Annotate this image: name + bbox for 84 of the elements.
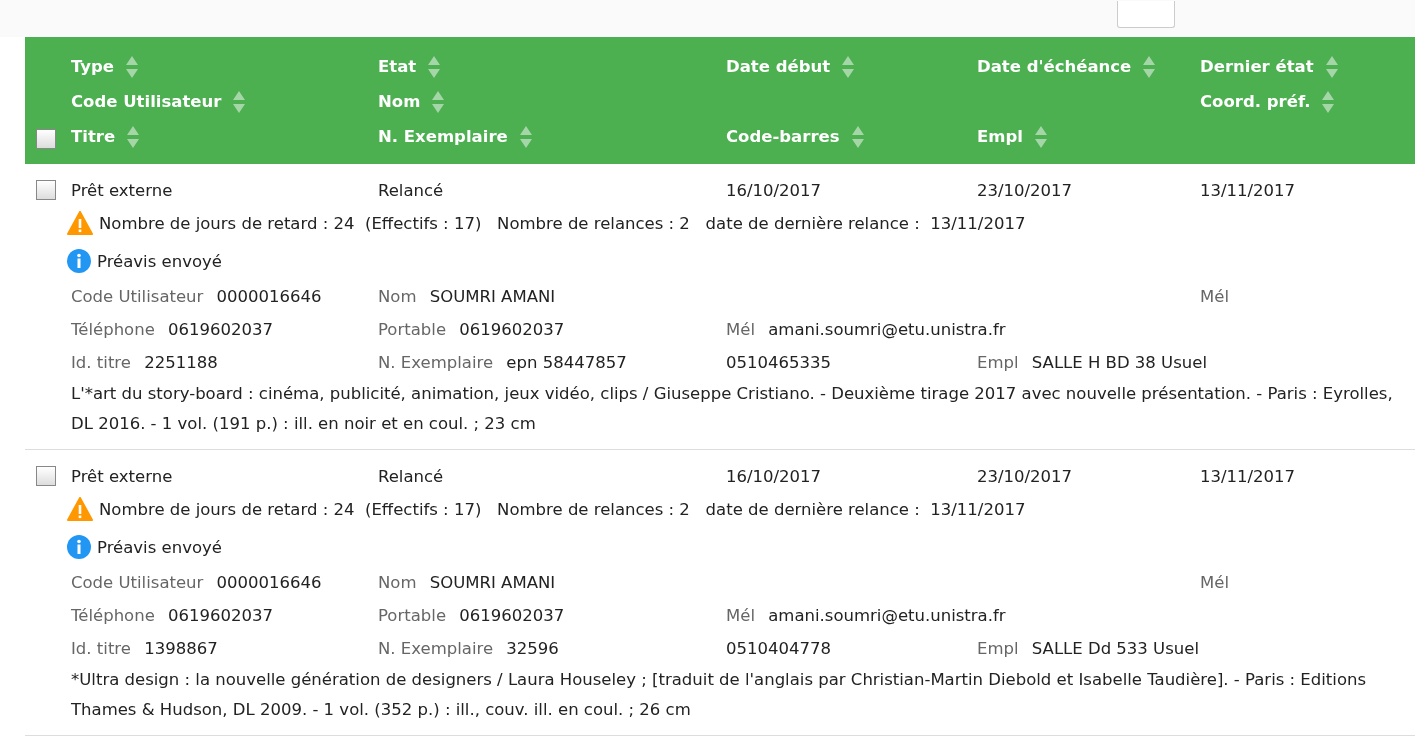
sort-icon[interactable] bbox=[519, 125, 532, 148]
field-label: Id. titre bbox=[71, 639, 131, 658]
field-value: 2251188 bbox=[144, 353, 218, 372]
table-cell: 13/11/2017 bbox=[1200, 466, 1296, 486]
sort-icon[interactable] bbox=[1143, 55, 1156, 78]
column-header[interactable]: Code Utilisateur bbox=[71, 92, 222, 111]
warning-message: Nombre de jours de retard : 24 (Effectifs : 17) Nombre de relances : 2 date de dernière relance : 13/11/2017 bbox=[99, 499, 1026, 519]
field-label: Téléphone bbox=[71, 320, 155, 339]
field-label: Mél bbox=[1200, 573, 1229, 592]
field-value: epn 58447857 bbox=[506, 353, 627, 372]
field-value: SALLE H BD 38 Usuel bbox=[1031, 353, 1207, 372]
column-header[interactable]: Nom bbox=[378, 92, 421, 111]
field-label: Id. titre bbox=[71, 353, 131, 372]
info-message: Préavis envoyé bbox=[97, 251, 222, 271]
table-cell: Prêt externe bbox=[71, 466, 173, 486]
field-label: Mél bbox=[726, 320, 755, 339]
field-value: 0000016646 bbox=[216, 573, 322, 592]
field-value: SALLE Dd 533 Usuel bbox=[1031, 639, 1199, 658]
column-header[interactable]: Type bbox=[71, 57, 115, 76]
sort-icon[interactable] bbox=[851, 125, 864, 148]
info-icon bbox=[67, 535, 91, 559]
warning-message: Nombre de jours de retard : 24 (Effectifs : 17) Nombre de relances : 2 date de dernière relance : 13/11/2017 bbox=[99, 213, 1026, 233]
sort-icon[interactable] bbox=[428, 55, 441, 78]
field-value: 1398867 bbox=[144, 639, 218, 658]
field-value: 32596 bbox=[506, 639, 559, 658]
field-label: Code Utilisateur bbox=[71, 287, 204, 306]
column-header[interactable]: Empl bbox=[977, 127, 1023, 146]
field-label: N. Exemplaire bbox=[378, 639, 494, 658]
field-value: 0619602037 bbox=[168, 320, 274, 339]
field-value: SOUMRI AMANI bbox=[429, 287, 556, 306]
warning-icon bbox=[67, 497, 93, 521]
field-value: SOUMRI AMANI bbox=[429, 573, 556, 592]
field-label: Empl bbox=[977, 639, 1019, 658]
field-value: 0510404778 bbox=[726, 639, 831, 658]
field-label: Mél bbox=[1200, 287, 1229, 306]
field-value: 0619602037 bbox=[459, 606, 565, 625]
field-label: Téléphone bbox=[71, 606, 155, 625]
sort-icon[interactable] bbox=[1325, 55, 1338, 78]
field-value: amani.soumri@etu.unistra.fr bbox=[768, 606, 1006, 625]
table-cell: 23/10/2017 bbox=[977, 180, 1073, 200]
title-description: *Ultra design : la nouvelle génération de designers / Laura Houseley ; [traduit de l'anglais par Christian-Martin Diebold et Isabelle Taudière]. - Paris : Editions Thames & Hudson, DL 2009. - 1 vol. (352 p.) : ill., couv. ill. en coul. ; 26 cm bbox=[71, 670, 1367, 719]
sort-icon[interactable] bbox=[432, 90, 445, 113]
field-label: Portable bbox=[378, 320, 447, 339]
sort-icon[interactable] bbox=[1034, 125, 1047, 148]
field-label: N. Exemplaire bbox=[378, 353, 494, 372]
table-cell: Prêt externe bbox=[71, 180, 173, 200]
sort-icon[interactable] bbox=[1322, 90, 1335, 113]
info-message: Préavis envoyé bbox=[97, 537, 222, 557]
table-cell: Relancé bbox=[378, 466, 444, 486]
field-label: Portable bbox=[378, 606, 447, 625]
table-cell: 16/10/2017 bbox=[726, 466, 822, 486]
column-header[interactable]: Coord. préf. bbox=[1200, 92, 1311, 111]
field-value: amani.soumri@etu.unistra.fr bbox=[768, 320, 1006, 339]
field-label: Nom bbox=[378, 573, 417, 592]
field-value: 0510465335 bbox=[726, 353, 831, 372]
table-cell: 13/11/2017 bbox=[1200, 180, 1296, 200]
checkbox[interactable] bbox=[36, 466, 56, 486]
checkbox[interactable] bbox=[36, 129, 56, 149]
sort-icon[interactable] bbox=[127, 125, 140, 148]
table-cell: 16/10/2017 bbox=[726, 180, 822, 200]
column-header[interactable]: Date d'échéance bbox=[977, 57, 1132, 76]
field-value: 0000016646 bbox=[216, 287, 322, 306]
column-header[interactable]: Titre bbox=[71, 127, 116, 146]
column-header[interactable]: Etat bbox=[378, 57, 417, 76]
field-label: Empl bbox=[977, 353, 1019, 372]
sort-icon[interactable] bbox=[233, 90, 246, 113]
sort-icon[interactable] bbox=[126, 55, 139, 78]
field-label: Code Utilisateur bbox=[71, 573, 204, 592]
field-value: 0619602037 bbox=[168, 606, 274, 625]
sort-icon[interactable] bbox=[842, 55, 855, 78]
table-cell: Relancé bbox=[378, 180, 444, 200]
page-field[interactable] bbox=[1117, 1, 1175, 28]
checkbox[interactable] bbox=[36, 180, 56, 200]
title-description: L'*art du story-board : cinéma, publicité, animation, jeux vidéo, clips / Giuseppe Cristiano. - Deuxième tirage 2017 avec nouvelle présentation. - Paris : Eyrolles, DL 2016. - 1 vol. (191 p.) : ill. en noir et en coul. ; 23 cm bbox=[71, 384, 1393, 433]
field-label: Mél bbox=[726, 606, 755, 625]
column-header[interactable]: N. Exemplaire bbox=[378, 127, 508, 146]
column-header[interactable]: Code-barres bbox=[726, 127, 840, 146]
field-label: Nom bbox=[378, 287, 417, 306]
info-icon bbox=[67, 249, 91, 273]
field-value: 0619602037 bbox=[459, 320, 565, 339]
column-header[interactable]: Dernier état bbox=[1200, 57, 1314, 76]
table-cell: 23/10/2017 bbox=[977, 466, 1073, 486]
warning-icon bbox=[67, 211, 93, 235]
column-header[interactable]: Date début bbox=[726, 57, 831, 76]
